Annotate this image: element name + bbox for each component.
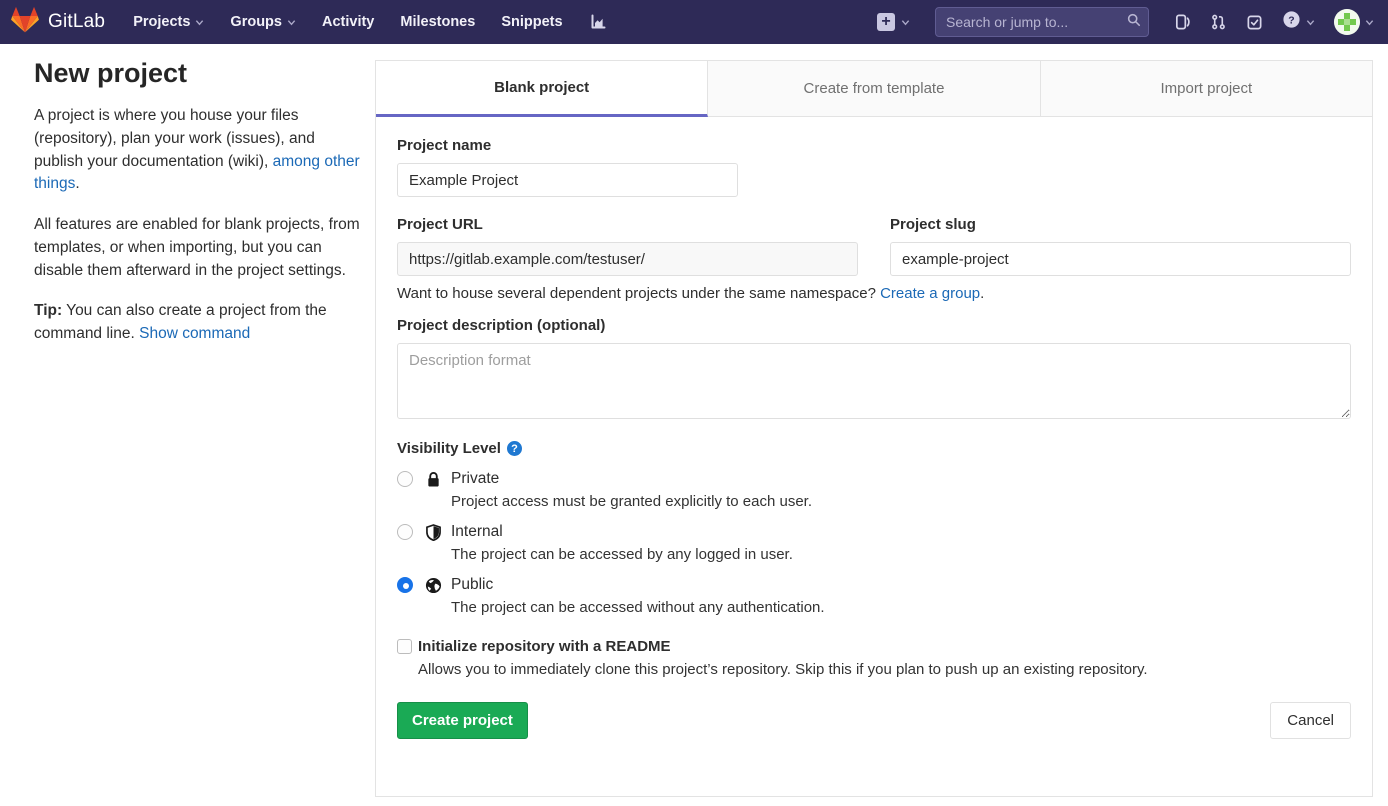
svg-text:?: ? (1288, 15, 1294, 26)
new-menu-dropdown[interactable]: + (877, 13, 910, 31)
nav-item-snippets[interactable]: Snippets (501, 14, 562, 30)
search-icon (1127, 13, 1141, 32)
project-url-label: Project URL (397, 216, 858, 233)
globe-icon (424, 577, 442, 594)
namespace-hint: Want to house several dependent projects… (397, 285, 1351, 302)
navbar-right-controls: + (877, 7, 1374, 37)
private-description: Project access must be granted explicitl… (451, 493, 1351, 510)
top-navbar: GitLab Projects Groups Activity Mileston… (0, 0, 1388, 44)
user-avatar (1334, 9, 1360, 35)
readme-option: Initialize repository with a README Allo… (397, 638, 1351, 678)
todos-icon[interactable] (1246, 14, 1263, 31)
project-description-label: Project description (optional) (397, 317, 1351, 334)
project-slug-label: Project slug (890, 216, 1351, 233)
project-name-input[interactable] (397, 163, 738, 197)
visibility-help-icon[interactable]: ? (507, 441, 522, 456)
visibility-level-label: Visibility Level ? (397, 440, 1351, 457)
public-radio[interactable] (397, 577, 413, 593)
brand-title: GitLab (48, 11, 105, 33)
search-input[interactable] (946, 14, 1127, 30)
create-group-link[interactable]: Create a group (880, 285, 980, 302)
primary-nav: Projects Groups Activity Milestones Snip… (133, 13, 606, 31)
public-label: Public (451, 576, 493, 594)
help-icon: ? (1282, 10, 1301, 34)
user-menu-dropdown[interactable] (1334, 9, 1374, 35)
tip-paragraph: Tip: You can also create a project from … (34, 300, 366, 346)
features-paragraph: All features are enabled for blank proje… (34, 214, 366, 282)
new-project-panel: Blank project Create from template Impor… (375, 60, 1373, 797)
internal-label: Internal (451, 523, 503, 541)
form-actions: Create project Cancel (397, 702, 1351, 739)
readme-checkbox[interactable] (397, 639, 412, 654)
show-command-link[interactable]: Show command (139, 325, 250, 342)
internal-radio[interactable] (397, 524, 413, 540)
instance-statistics-icon[interactable] (589, 13, 607, 31)
blank-project-form: Project name Project URL Project slug Wa… (376, 117, 1372, 757)
nav-item-milestones[interactable]: Milestones (400, 14, 475, 30)
chevron-down-icon (1365, 18, 1374, 27)
shield-icon (424, 524, 442, 541)
project-slug-field: Project slug (890, 216, 1351, 276)
cancel-button[interactable]: Cancel (1270, 702, 1351, 739)
issues-icon[interactable] (1174, 13, 1191, 31)
visibility-option-internal: Internal The project can be accessed by … (397, 523, 1351, 563)
public-description: The project can be accessed without any … (451, 599, 1351, 616)
project-name-label: Project name (397, 137, 1351, 154)
chevron-down-icon (901, 18, 910, 27)
create-project-button[interactable]: Create project (397, 702, 528, 739)
new-project-page: GitLab Projects Groups Activity Mileston… (0, 0, 1388, 806)
nav-item-activity[interactable]: Activity (322, 14, 374, 30)
project-url-input[interactable] (397, 242, 858, 276)
chevron-down-icon (287, 18, 296, 27)
project-description-textarea[interactable] (397, 343, 1351, 419)
page-intro-column: New project A project is where you house… (34, 58, 366, 364)
nav-item-groups[interactable]: Groups (230, 14, 296, 30)
nav-item-projects[interactable]: Projects (133, 14, 204, 30)
readme-label: Initialize repository with a README (418, 638, 671, 655)
help-dropdown[interactable]: ? (1282, 10, 1315, 34)
readme-description: Allows you to immediately clone this pro… (418, 661, 1351, 678)
private-radio[interactable] (397, 471, 413, 487)
merge-requests-icon[interactable] (1210, 13, 1227, 31)
intro-paragraph: A project is where you house your files … (34, 105, 366, 196)
gitlab-tanuki-logo-icon (10, 5, 40, 39)
global-search[interactable] (935, 7, 1149, 37)
chevron-down-icon (195, 18, 204, 27)
plus-icon: + (877, 13, 895, 31)
project-type-tabs: Blank project Create from template Impor… (376, 61, 1372, 117)
project-slug-input[interactable] (890, 242, 1351, 276)
lock-icon (424, 471, 442, 488)
tip-label: Tip: (34, 302, 62, 319)
tab-create-from-template[interactable]: Create from template (708, 61, 1040, 117)
tab-import-project[interactable]: Import project (1041, 61, 1372, 117)
tab-blank-project[interactable]: Blank project (376, 61, 708, 117)
visibility-option-private: Private Project access must be granted e… (397, 470, 1351, 510)
gitlab-home-link[interactable]: GitLab (10, 5, 105, 39)
chevron-down-icon (1306, 18, 1315, 27)
project-url-field: Project URL (397, 216, 858, 276)
internal-description: The project can be accessed by any logge… (451, 546, 1351, 563)
page-title: New project (34, 58, 366, 89)
private-label: Private (451, 470, 499, 488)
visibility-option-public: Public The project can be accessed witho… (397, 576, 1351, 616)
